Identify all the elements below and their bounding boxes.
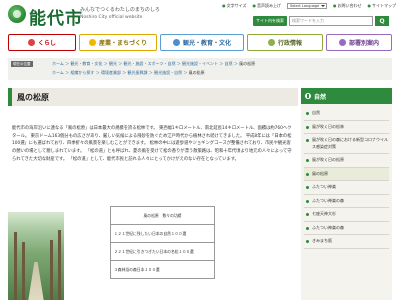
bullet-icon: ● xyxy=(252,3,257,8)
document-icon xyxy=(267,39,275,46)
page-title: 風の松原 xyxy=(8,88,298,106)
breadcrumb-link[interactable]: 自然 xyxy=(225,61,233,66)
sidebar: 自然 自然 風が吹く日の松林 風が吹く日の森における新型コロナウイルス感染症対策… xyxy=(301,88,392,300)
table-header: 風の松原 数々の功績 xyxy=(110,206,215,225)
forest-path xyxy=(28,262,44,300)
sidebar-list: 自然 風が吹く日の松林 風が吹く日の森における新型コロナウイルス感染症対策 風が… xyxy=(301,104,392,252)
tree-trunk xyxy=(50,240,53,300)
util-link-sitemap[interactable]: ●サイトマップ xyxy=(368,3,397,9)
site-logo-text[interactable]: 能代市 xyxy=(29,4,83,29)
nav-item-living[interactable]: くらし xyxy=(8,34,76,51)
breadcrumb-link[interactable]: 観光施設・イベント xyxy=(182,61,218,66)
util-link-text-size[interactable]: ●文字サイズ xyxy=(222,3,246,9)
sidebar-item-current[interactable]: 風の松原 xyxy=(304,167,389,181)
sidebar-item[interactable]: きみまち阪 xyxy=(304,235,389,249)
organization-icon xyxy=(338,39,346,46)
sidebar-item[interactable]: 風が吹く日の松林 xyxy=(304,121,389,134)
intro-sentence: 東京ドーム163個分もの広さがあり、厳しい気候による飛砂を防ぐため江戸時代から植… xyxy=(30,133,245,139)
chevron-down-icon xyxy=(321,5,325,7)
util-link-contact[interactable]: ●お問い合わせ xyxy=(333,3,362,9)
breadcrumb-link[interactable]: 組織から探す xyxy=(70,70,94,75)
sidebar-item[interactable]: ふたつい神楽 xyxy=(304,181,389,195)
intro-sentence: 「松の道」として、能代市民と訪れる人々にとってかけがえのない存在となっています。 xyxy=(68,156,239,162)
search-button[interactable]: Q xyxy=(375,16,389,26)
breadcrumb-path-organization: ホーム ＞ 組織から探す ＞ 環境産業部 ＞ 観光振興課 ＞ 観光施設・自然 ＞… xyxy=(52,70,205,75)
sidebar-heading: 自然 xyxy=(301,88,392,104)
utility-links: ●文字サイズ ●音声読み上げ Select Language ●お問い合わせ ●… xyxy=(222,3,396,9)
tree-trunk xyxy=(22,242,25,300)
home-icon xyxy=(27,39,35,46)
breadcrumb-link[interactable]: ホーム xyxy=(52,70,64,75)
breadcrumb-link[interactable]: 観光振興課 xyxy=(128,70,148,75)
sidebar-item[interactable]: 七座天神大杉 xyxy=(304,208,389,222)
table-row: ２２１世紀に引きつぎたい日本の名松１００選 xyxy=(110,242,215,261)
tourism-icon xyxy=(172,39,180,46)
sidebar-item[interactable]: 自然 xyxy=(304,107,389,121)
pine-forest-photo xyxy=(8,212,64,300)
bullet-icon: ● xyxy=(222,3,226,8)
site-subtag: Noshiro City official website xyxy=(80,15,143,20)
breadcrumb-current: 風の松原 xyxy=(188,70,205,75)
site-search-label-button[interactable]: サイト内を検索 xyxy=(253,16,287,26)
breadcrumb-path-category: ホーム ＞ 観光・教育・文化 ＞ 観光 ＞ 観光・施設・スポーツ・自然 ＞ 観光… xyxy=(52,61,256,66)
breadcrumb: 現在の位置 ホーム ＞ 観光・教育・文化 ＞ 観光 ＞ 観光・施設・スポーツ・自… xyxy=(8,58,392,80)
tree-trunk xyxy=(14,232,17,300)
search-input[interactable]: 検索ワードを入力 xyxy=(289,16,373,26)
table-row: １２１世紀に残したい日本の自然１００選 xyxy=(110,224,215,243)
building-icon xyxy=(88,39,96,46)
language-select[interactable]: Select Language xyxy=(287,3,327,9)
city-logo-icon[interactable] xyxy=(8,5,26,23)
sidebar-item[interactable]: ふたつい神楽の森 xyxy=(304,222,389,235)
breadcrumb-link[interactable]: 観光 xyxy=(109,61,117,66)
breadcrumb-link[interactable]: ホーム xyxy=(52,61,64,66)
site-header: 能代市 みんなでつくるわたしのまちのしろ Noshiro City offici… xyxy=(0,0,400,30)
intro-sentence: 能代市の海岸沿いに連なる「風の松原」は日本最大の規模を誇る松林です。 xyxy=(12,126,158,131)
nav-item-tourism[interactable]: 観光・教育・文化 xyxy=(160,34,244,51)
bullet-icon: ● xyxy=(333,3,337,8)
nav-item-departments[interactable]: 部署別案内 xyxy=(326,34,392,51)
intro-text: 能代市の海岸沿いに連なる「風の松原」は日本最大の規模を誇る松林です。 東西幅1キ… xyxy=(12,125,294,164)
nav-item-administration[interactable]: 行政情報 xyxy=(247,34,323,51)
util-link-voice[interactable]: ●音声読み上げ xyxy=(253,3,282,9)
tree-trunk xyxy=(58,230,61,300)
breadcrumb-link[interactable]: 環境産業部 xyxy=(101,70,121,75)
bullet-icon: ● xyxy=(367,3,372,8)
global-nav: くらし 産業・まちづくり 観光・教育・文化 行政情報 部署別案内 xyxy=(8,34,392,51)
breadcrumb-link[interactable]: 観光・教育・文化 xyxy=(70,61,102,66)
sidebar-item[interactable]: ふたつい神楽の森 xyxy=(304,195,389,208)
breadcrumb-current: 風の松原 xyxy=(239,61,256,66)
sidebar-item[interactable]: 風が吹く日の森における新型コロナウイルス感染症対策 xyxy=(304,134,389,154)
sidebar-item[interactable]: 風が吹く日の松原 xyxy=(304,154,389,168)
breadcrumb-link[interactable]: 観光施設・自然 xyxy=(154,70,182,75)
breadcrumb-label: 現在の位置 xyxy=(11,61,33,67)
site-tagline: みんなでつくるわたしのまちのしろ xyxy=(80,7,160,13)
nav-item-industry[interactable]: 産業・まちづくり xyxy=(79,34,157,51)
table-row: ３森林浴の森日本１００選 xyxy=(110,260,215,279)
breadcrumb-link[interactable]: 観光・施設・スポーツ・自然 xyxy=(124,61,176,66)
info-icon xyxy=(305,93,311,99)
achievements-table: 風の松原 数々の功績 １２１世紀に残したい日本の自然１００選 ２２１世紀に引きつ… xyxy=(110,206,215,279)
